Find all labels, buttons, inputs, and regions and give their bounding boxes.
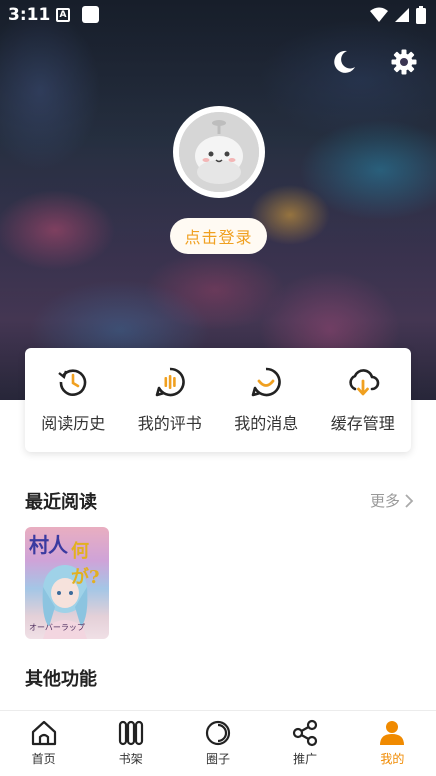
signal-icon xyxy=(395,8,409,22)
my-messages-label: 我的消息 xyxy=(234,414,299,433)
cloud-download-icon xyxy=(349,369,380,396)
battery-icon xyxy=(416,6,426,24)
tab-mine[interactable]: 我的 xyxy=(356,719,428,767)
bookshelf-icon xyxy=(118,720,143,746)
status-time: 3:11 xyxy=(8,5,51,25)
user-icon xyxy=(380,721,405,745)
recent-book-cover[interactable]: 村人 何が? オーバーラップ xyxy=(25,527,109,639)
tab-circle-label: 圈子 xyxy=(205,752,230,766)
settings-gear-icon[interactable] xyxy=(388,46,420,78)
quick-actions-card: 阅读历史 我的评书 我的消息 缓存管理 xyxy=(25,348,411,452)
home-icon xyxy=(31,720,56,746)
comment-icon xyxy=(155,367,185,397)
login-button[interactable]: 点击登录 xyxy=(170,218,267,254)
cover-title-2: 何が? xyxy=(71,541,100,588)
night-mode-icon[interactable] xyxy=(328,46,360,78)
my-reviews-button[interactable]: 我的评书 xyxy=(122,366,218,434)
default-avatar-robot-icon xyxy=(179,112,259,192)
header-actions xyxy=(328,46,420,78)
status-bar: 3:11 A xyxy=(0,0,436,32)
wifi-icon xyxy=(370,7,388,22)
recent-reading-title: 最近阅读 xyxy=(25,492,97,513)
status-icons xyxy=(370,6,426,24)
my-reviews-label: 我的评书 xyxy=(137,414,202,433)
tab-promote-label: 推广 xyxy=(293,752,318,766)
cache-management-label: 缓存管理 xyxy=(330,414,395,433)
tab-home-label: 首页 xyxy=(31,752,56,766)
tab-bookshelf-label: 书架 xyxy=(118,752,143,766)
reading-history-button[interactable]: 阅读历史 xyxy=(25,366,121,434)
share-icon xyxy=(293,719,318,747)
cover-title-1: 村人 xyxy=(29,533,68,557)
notification-square-icon xyxy=(82,6,99,23)
more-label: 更多 xyxy=(369,492,400,510)
history-icon xyxy=(58,369,87,396)
my-messages-button[interactable]: 我的消息 xyxy=(218,366,314,434)
other-features-title: 其他功能 xyxy=(25,669,97,690)
reading-history-label: 阅读历史 xyxy=(41,414,106,433)
bottom-tab-bar: 首页 书架 圈子 推广 我的 xyxy=(0,710,436,776)
circle-icon xyxy=(205,720,231,746)
avatar[interactable] xyxy=(173,106,265,198)
cache-management-button[interactable]: 缓存管理 xyxy=(315,366,411,434)
tab-promote[interactable]: 推广 xyxy=(269,719,341,767)
notification-a-icon: A xyxy=(56,8,70,22)
tab-circle[interactable]: 圈子 xyxy=(182,719,254,767)
message-icon xyxy=(251,367,282,397)
cover-publisher: オーバーラップ xyxy=(29,623,85,632)
tab-bookshelf[interactable]: 书架 xyxy=(95,719,167,767)
chevron-right-icon xyxy=(405,493,414,508)
more-link[interactable]: 更多 xyxy=(370,490,414,511)
tab-mine-label: 我的 xyxy=(380,752,405,766)
tab-home[interactable]: 首页 xyxy=(8,719,80,767)
